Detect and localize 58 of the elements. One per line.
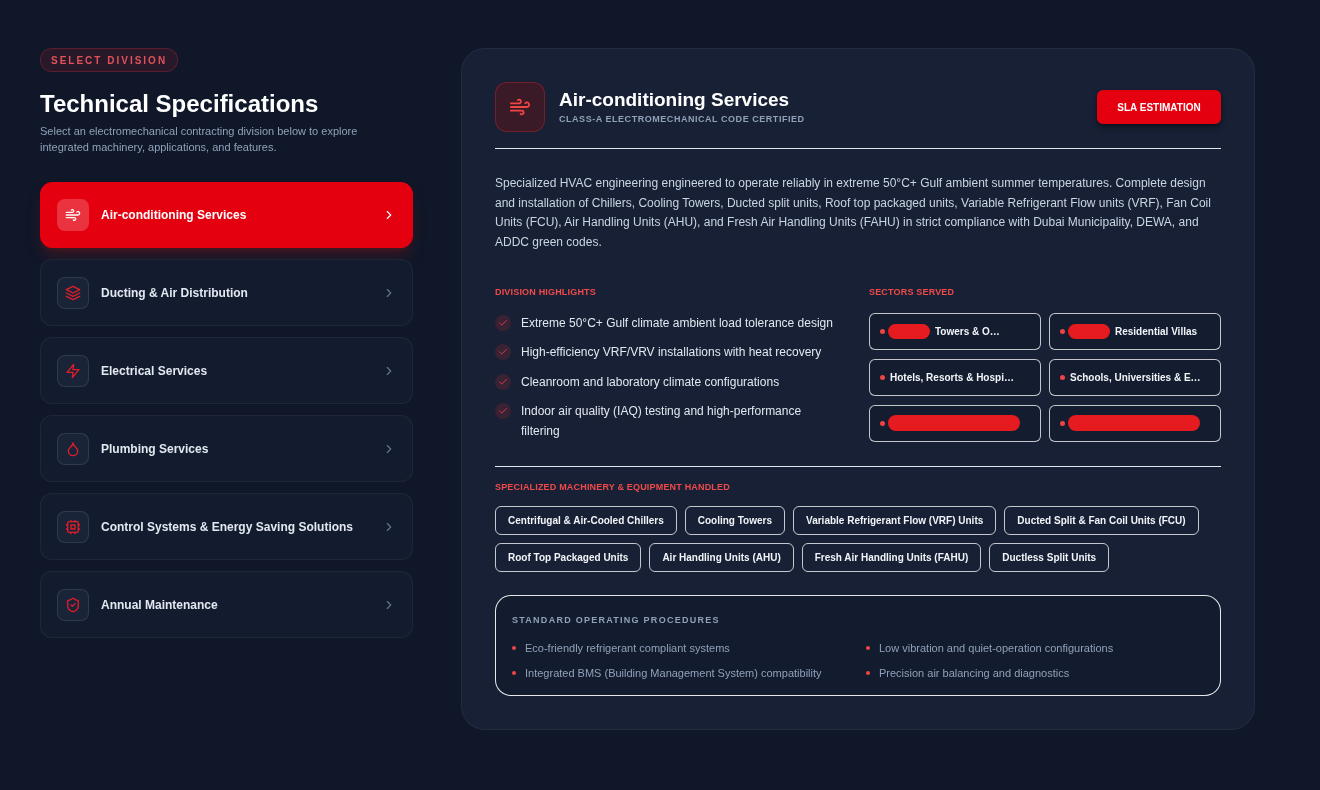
page-subtitle: Select an electromechanical contracting division below to explore integrated machinery, applications, and features.: [40, 124, 359, 155]
section-heading: DIVISION HIGHLIGHTS: [495, 286, 597, 299]
check-icon: [495, 314, 511, 331]
sector-label: Hotels, Resorts & Hospi…: [890, 370, 1014, 385]
check-icon: [495, 403, 511, 419]
layers-icon: [57, 276, 89, 309]
page-title: Technical Specifications: [40, 89, 320, 119]
check-icon: [495, 344, 511, 360]
division-title: Air-conditioning Services: [559, 87, 790, 112]
sector-label: Schools, Universities & E…: [1070, 370, 1201, 385]
bullet-icon: [1060, 374, 1065, 380]
equipment-tag: Fresh Air Handling Units (FAHU): [801, 543, 982, 572]
procedure-text: Low vibration and quiet-operation configurations: [879, 640, 1114, 656]
bullet-icon: [880, 420, 885, 426]
sector-label: Residential Villas: [1115, 324, 1198, 339]
highlight-text: High-efficiency VRF/VRV installations with heat recovery: [521, 344, 822, 361]
division-item[interactable]: Annual Maintenance: [40, 571, 413, 638]
bullet-icon: [1060, 328, 1065, 334]
equipment-tag: Ductless Split Units: [989, 543, 1110, 572]
division-subtitle: CLASS-A ELECTROMECHANICAL CODE CERTIFIED: [559, 112, 805, 126]
equipment-tag: Air Handling Units (AHU): [649, 543, 794, 572]
section-heading: SPECIALIZED MACHINERY & EQUIPMENT HANDLED: [495, 480, 731, 494]
wind-icon: [495, 82, 545, 132]
division-item[interactable]: Control Systems & Energy Saving Solutions: [40, 493, 413, 560]
division-item[interactable]: Air-conditioning Services: [40, 182, 413, 248]
equipment-tag: Roof Top Packaged Units: [495, 543, 642, 572]
equipment-tag: Variable Refrigerant Flow (VRF) Units: [793, 506, 997, 535]
procedure-text: Precision air balancing and diagnostics: [879, 665, 1070, 681]
highlight-text: Indoor air quality (IAQ) testing and high-performance filtering: [521, 403, 803, 440]
highlight-text: Cleanroom and laboratory climate configurations: [521, 373, 780, 391]
division-item[interactable]: Ducting & Air Distribution: [40, 259, 413, 326]
procedure-text: Eco-friendly refrigerant compliant systems: [525, 640, 730, 656]
shield-check-icon: [57, 588, 89, 621]
procedure-text: Integrated BMS (Building Management System) compatibility: [525, 665, 822, 681]
bullet-icon: [512, 670, 516, 675]
section-badge: SELECT DIVISION: [40, 48, 179, 72]
sector-label: Towers & O…: [935, 324, 1000, 339]
section-heading: SECTORS SERVED: [869, 286, 956, 299]
check-icon: [495, 373, 511, 390]
highlight-text: Extreme 50°C+ Gulf climate ambient load tolerance design: [521, 314, 833, 332]
section-heading: STANDARD OPERATING PROCEDURES: [512, 614, 721, 627]
droplet-icon: [57, 432, 89, 465]
bullet-icon: [512, 645, 516, 650]
lightning-icon: [57, 354, 89, 387]
division-item[interactable]: Plumbing Services: [40, 415, 413, 482]
wind-icon: [57, 199, 89, 231]
bullet-icon: [1060, 420, 1065, 426]
equipment-tag: Cooling Towers: [684, 506, 786, 535]
bullet-icon: [866, 670, 870, 675]
chip-icon: [57, 510, 89, 543]
division-item[interactable]: Electrical Services: [40, 337, 413, 404]
sla-estimation-button[interactable]: SLA ESTIMATION: [1097, 90, 1221, 124]
bullet-icon: [866, 645, 870, 650]
bullet-icon: [880, 374, 885, 380]
equipment-tag: Ducted Split & Fan Coil Units (FCU): [1004, 506, 1199, 535]
bullet-icon: [880, 328, 885, 334]
equipment-tag: Centrifugal & Air-Cooled Chillers: [495, 506, 677, 535]
division-description: Specialized HVAC engineering engineered to operate reliably in extreme 50°C+ Gulf ambient summer temperatures. Complete design and installation of Chillers, Cooling Towers, Ducted split units, Roof top packaged units, Variable Refrigerant Flow units (VRF), Fan Coil Units (FCU), Air Handling Units (AHU), and Fresh Air Handling Units (FAHU) in strict compliance with Dubai Municipality, DEWA, and ADDC green codes.: [495, 175, 1212, 251]
